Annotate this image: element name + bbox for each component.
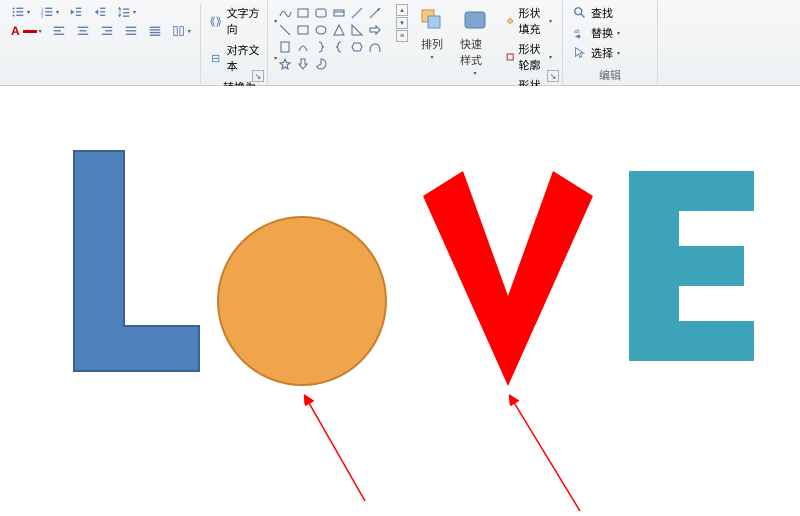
shape-right-brace[interactable] — [314, 40, 328, 54]
shape-hexagon[interactable] — [350, 40, 364, 54]
shape-rect3[interactable] — [278, 40, 292, 54]
shape-arrow-down[interactable] — [296, 57, 310, 71]
shape-arc[interactable] — [296, 40, 310, 54]
shape-star[interactable] — [278, 57, 292, 71]
distributed-icon — [148, 24, 162, 38]
arrange-icon — [418, 6, 446, 34]
align-justify-icon — [124, 24, 138, 38]
font-color-button[interactable]: A▾ — [8, 23, 45, 39]
shape-rounded-rect[interactable] — [314, 6, 328, 20]
bullets-icon — [11, 5, 25, 19]
replace-label: 替换 — [591, 25, 613, 41]
shape-flowchart[interactable] — [332, 6, 346, 20]
increase-indent-button[interactable] — [90, 4, 110, 20]
shape-fill-icon — [506, 14, 514, 28]
shape-right-triangle[interactable] — [350, 23, 364, 37]
group-paragraph: ▾ 123▾ ▾ A — [0, 0, 268, 85]
shape-outline-label: 形状轮廓 — [519, 41, 545, 73]
annotation-arrow-left — [295, 386, 375, 506]
shape-left-brace[interactable] — [332, 40, 346, 54]
align-center-icon — [76, 24, 90, 38]
align-text-icon: ⊟ — [209, 51, 223, 65]
shape-fill-label: 形状填充 — [519, 5, 545, 37]
quick-styles-icon — [461, 6, 489, 34]
svg-text:3: 3 — [41, 13, 44, 18]
shape-diag-line[interactable] — [278, 23, 292, 37]
shape-freeform[interactable] — [278, 6, 292, 20]
shape-triangle[interactable] — [332, 23, 346, 37]
shape-outline-button[interactable]: 形状轮廓▾ — [504, 40, 554, 74]
slide-canvas[interactable] — [0, 86, 800, 509]
font-color-letter: A — [11, 24, 20, 38]
quick-styles-label: 快速样式 — [460, 36, 490, 68]
select-icon — [573, 46, 587, 60]
find-icon — [573, 6, 587, 20]
align-center-button[interactable] — [73, 23, 93, 39]
shape-letter-v[interactable] — [418, 166, 598, 391]
numbering-button[interactable]: 123▾ — [37, 4, 62, 20]
decrease-indent-icon — [69, 5, 83, 19]
shape-pie[interactable] — [314, 57, 328, 71]
align-right-button[interactable] — [97, 23, 117, 39]
find-button[interactable]: 查找 — [571, 4, 622, 22]
shape-outline-icon — [506, 50, 514, 64]
shape-curve[interactable] — [368, 40, 382, 54]
align-justify-button[interactable] — [121, 23, 141, 39]
distributed-button[interactable] — [145, 23, 165, 39]
editing-group-label: 编辑 — [571, 65, 649, 83]
shape-rect[interactable] — [296, 6, 310, 20]
replace-icon: ab — [573, 26, 587, 40]
decrease-indent-button[interactable] — [66, 4, 86, 20]
select-button[interactable]: 选择▾ — [571, 44, 622, 62]
columns-button[interactable]: ▾ — [169, 23, 194, 39]
gallery-down-button[interactable]: ▾ — [396, 17, 408, 29]
gallery-more-button[interactable]: ≡ — [396, 30, 408, 42]
align-left-icon — [52, 24, 66, 38]
text-direction-label: 文字方向 — [227, 5, 271, 37]
paragraph-dialog-launcher[interactable]: ↘ — [252, 70, 264, 82]
shape-letter-o[interactable] — [215, 214, 390, 389]
drawing-dialog-launcher[interactable]: ↘ — [547, 70, 559, 82]
columns-icon — [172, 24, 186, 38]
gallery-up-button[interactable]: ▴ — [396, 4, 408, 16]
replace-button[interactable]: ab 替换▾ — [571, 24, 622, 42]
shape-fill-button[interactable]: 形状填充▾ — [504, 4, 554, 38]
bullets-button[interactable]: ▾ — [8, 4, 33, 20]
shape-line[interactable] — [350, 6, 364, 20]
shape-letter-l[interactable] — [69, 146, 204, 376]
shape-rect2[interactable] — [296, 23, 310, 37]
text-direction-icon: ⟪⟫ — [209, 14, 223, 28]
align-right-icon — [100, 24, 114, 38]
find-label: 查找 — [591, 5, 613, 21]
group-drawing: ▴ ▾ ≡ 排列▾ 快速样式▾ 形状填充▾ 形状轮廓 — [268, 0, 563, 85]
arrange-label: 排列 — [421, 36, 443, 52]
shape-arrow-right[interactable] — [368, 23, 382, 37]
ribbon: ▾ 123▾ ▾ A — [0, 0, 800, 86]
shape-connector[interactable] — [368, 6, 382, 20]
shape-letter-e[interactable] — [624, 166, 759, 366]
select-label: 选择 — [591, 45, 613, 61]
numbering-icon: 123 — [40, 5, 54, 19]
align-left-button[interactable] — [49, 23, 69, 39]
annotation-arrow-right — [500, 386, 590, 516]
shape-oval[interactable] — [314, 23, 328, 37]
svg-text:ab: ab — [574, 29, 580, 35]
increase-indent-icon — [93, 5, 107, 19]
group-editing: 查找 ab 替换▾ 选择▾ 编辑 — [563, 0, 658, 85]
line-spacing-icon — [117, 5, 131, 19]
line-spacing-button[interactable]: ▾ — [114, 4, 139, 20]
